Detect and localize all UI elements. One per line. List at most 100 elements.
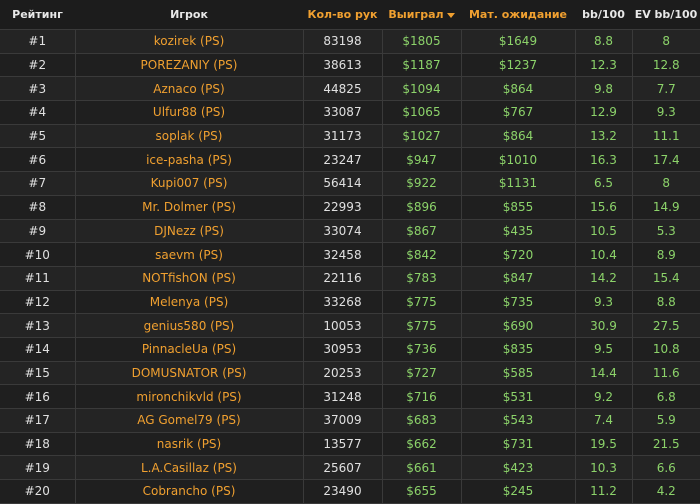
bb100-cell: 9.3 [575, 290, 633, 315]
ev-cell: $543 [461, 408, 576, 433]
ev-cell: $847 [461, 266, 576, 291]
player-name-link[interactable]: NOTfishON (PS) [75, 266, 304, 291]
evbb100-cell: 5.3 [632, 219, 700, 244]
won-cell: $1065 [382, 100, 462, 125]
hands-cell: 83198 [303, 29, 383, 54]
table-row: #18 nasrik (PS) 13577 $662 $731 19.5 21.5 [0, 432, 700, 457]
column-header-ev-label: Мат. ожидание [468, 8, 568, 21]
table-row: #9 DJNezz (PS) 33074 $867 $435 10.5 5.3 [0, 219, 700, 244]
hands-cell: 38613 [303, 53, 383, 78]
ev-cell: $720 [461, 242, 576, 267]
evbb100-cell: 21.5 [632, 432, 700, 457]
won-cell: $947 [382, 147, 462, 173]
won-cell: $1094 [382, 76, 462, 102]
ev-cell: $735 [461, 290, 576, 315]
player-name-link[interactable]: POREZANIY (PS) [75, 53, 304, 78]
table-row: #6 ice-pasha (PS) 23247 $947 $1010 16.3 17.4 [0, 147, 700, 173]
won-cell: $736 [382, 337, 462, 362]
evbb100-cell: 8 [632, 29, 700, 54]
column-header-player[interactable]: Игрок [75, 0, 303, 30]
player-name-link[interactable]: DOMUSNATOR (PS) [75, 361, 304, 386]
won-cell: $775 [382, 313, 462, 338]
player-name-link[interactable]: Kupi007 (PS) [75, 171, 304, 196]
table-row: #11 NOTfishON (PS) 22116 $783 $847 14.2 15.4 [0, 266, 700, 291]
won-cell: $1187 [382, 53, 462, 78]
evbb100-cell: 5.9 [632, 408, 700, 433]
column-header-rank-label: Рейтинг [12, 8, 63, 21]
column-header-evbb100[interactable]: EV bb/100 [632, 0, 700, 30]
rank-cell: #13 [0, 313, 76, 338]
rank-cell: #9 [0, 219, 76, 244]
table-row: #7 Kupi007 (PS) 56414 $922 $1131 6.5 8 [0, 171, 700, 196]
player-name-link[interactable]: Aznaco (PS) [75, 76, 304, 102]
column-header-bb100-label: bb/100 [582, 8, 625, 21]
table-row: #1 kozirek (PS) 83198 $1805 $1649 8.8 8 [0, 29, 700, 54]
header-row: Рейтинг Игрок Кол-во рук Выиграл Мат. ож… [0, 0, 700, 30]
ev-cell: $731 [461, 432, 576, 457]
rank-cell: #2 [0, 53, 76, 78]
evbb100-cell: 7.7 [632, 76, 700, 102]
player-name-link[interactable]: ice-pasha (PS) [75, 147, 304, 173]
sort-descending-icon [446, 12, 455, 18]
ev-cell: $423 [461, 455, 576, 481]
hands-cell: 23490 [303, 479, 383, 504]
bb100-cell: 9.5 [575, 337, 633, 362]
column-header-hands[interactable]: Кол-во рук [303, 0, 382, 30]
hands-cell: 31248 [303, 384, 383, 409]
hands-cell: 22993 [303, 195, 383, 220]
rank-cell: #8 [0, 195, 76, 220]
player-name-link[interactable]: soplak (PS) [75, 124, 304, 149]
player-name-link[interactable]: DJNezz (PS) [75, 219, 304, 244]
table-row: #15 DOMUSNATOR (PS) 20253 $727 $585 14.4 11.6 [0, 361, 700, 386]
player-name-link[interactable]: AG Gomel79 (PS) [75, 408, 304, 433]
column-header-ev[interactable]: Мат. ожидание [461, 0, 575, 30]
player-name-link[interactable]: Ulfur88 (PS) [75, 100, 304, 125]
table-row: #8 Mr. Dolmer (PS) 22993 $896 $855 15.6 14.9 [0, 195, 700, 220]
hands-cell: 56414 [303, 171, 383, 196]
ev-cell: $1010 [461, 147, 576, 173]
bb100-cell: 13.2 [575, 124, 633, 149]
bb100-cell: 14.4 [575, 361, 633, 386]
won-cell: $1027 [382, 124, 462, 149]
evbb100-cell: 27.5 [632, 313, 700, 338]
table-row: #19 L.A.Casillaz (PS) 25607 $661 $423 10.3 6.6 [0, 455, 700, 481]
player-name-link[interactable]: Cobrancho (PS) [75, 479, 304, 504]
player-name-link[interactable]: PinnacleUa (PS) [75, 337, 304, 362]
column-header-bb100[interactable]: bb/100 [575, 0, 632, 30]
player-name-link[interactable]: kozirek (PS) [75, 29, 304, 54]
evbb100-cell: 4.2 [632, 479, 700, 504]
player-name-link[interactable]: nasrik (PS) [75, 432, 304, 457]
rank-cell: #10 [0, 242, 76, 267]
table-row: #14 PinnacleUa (PS) 30953 $736 $835 9.5 10.8 [0, 337, 700, 362]
rank-cell: #15 [0, 361, 76, 386]
ev-cell: $1649 [461, 29, 576, 54]
player-name-link[interactable]: mironchikvld (PS) [75, 384, 304, 409]
hands-cell: 33087 [303, 100, 383, 125]
table-row: #4 Ulfur88 (PS) 33087 $1065 $767 12.9 9.3 [0, 100, 700, 125]
bb100-cell: 12.9 [575, 100, 633, 125]
table-row: #20 Cobrancho (PS) 23490 $655 $245 11.2 4.2 [0, 479, 700, 504]
rank-cell: #19 [0, 455, 76, 481]
won-cell: $661 [382, 455, 462, 481]
player-name-link[interactable]: Melenya (PS) [75, 290, 304, 315]
player-name-link[interactable]: L.A.Casillaz (PS) [75, 455, 304, 481]
evbb100-cell: 9.3 [632, 100, 700, 125]
ev-cell: $835 [461, 337, 576, 362]
rank-cell: #3 [0, 76, 76, 102]
bb100-cell: 14.2 [575, 266, 633, 291]
bb100-cell: 9.8 [575, 76, 633, 102]
bb100-cell: 6.5 [575, 171, 633, 196]
player-name-link[interactable]: saevm (PS) [75, 242, 304, 267]
won-cell: $783 [382, 266, 462, 291]
hands-cell: 23247 [303, 147, 383, 173]
evbb100-cell: 11.1 [632, 124, 700, 149]
bb100-cell: 10.4 [575, 242, 633, 267]
column-header-won[interactable]: Выиграл [382, 0, 461, 30]
ev-cell: $435 [461, 219, 576, 244]
table-row: #10 saevm (PS) 32458 $842 $720 10.4 8.9 [0, 242, 700, 267]
evbb100-cell: 11.6 [632, 361, 700, 386]
player-name-link[interactable]: Mr. Dolmer (PS) [75, 195, 304, 220]
rank-cell: #16 [0, 384, 76, 409]
column-header-rank[interactable]: Рейтинг [0, 0, 75, 30]
player-name-link[interactable]: genius580 (PS) [75, 313, 304, 338]
